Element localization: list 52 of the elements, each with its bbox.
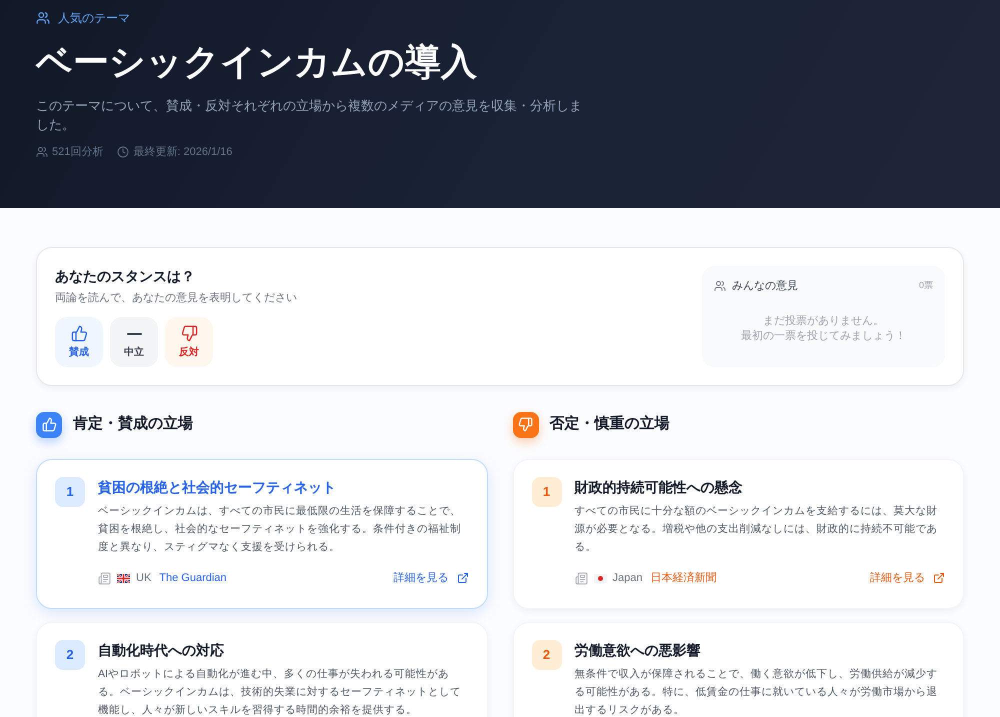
newspaper-icon <box>98 572 111 584</box>
page-title: ベーシックインカムの導入 <box>36 42 478 82</box>
source-name[interactable]: The Guardian <box>159 570 227 586</box>
argument-title: 自動化時代への対応 <box>98 641 225 660</box>
empty-message: まだ投票がありません。 最初の一票を投じてみましょう！ <box>740 314 907 344</box>
argument-card[interactable]: 1 貧困の根絶と社会的セーフティネット ベーシックインカムは、すべての市民に最低限の生活を保障することで、貧困を根絶し、社会的なセーフティネットを強化する。条件付きの福祉制度と異なり、スティグマなく支援を受けられる。 UK The Guardian 詳細を見る <box>36 459 488 609</box>
dash-icon <box>126 332 142 334</box>
users-icon <box>36 11 50 25</box>
number-badge: 1 <box>532 477 562 507</box>
column-heading: 肯定・賛成の立場 <box>73 414 193 434</box>
details-link[interactable]: 詳細を見る <box>870 570 945 586</box>
external-link-icon <box>456 572 468 584</box>
stance-subtitle: 両論を読んで、あなたの意見を表明してください <box>55 291 297 306</box>
details-link[interactable]: 詳細を見る <box>394 570 468 586</box>
newspaper-icon <box>574 572 588 584</box>
users-icon <box>36 146 48 158</box>
thumbs-up-tile-icon <box>36 412 62 438</box>
thumbs-down-tile-icon <box>512 412 538 438</box>
category-label: 人気のテーマ <box>58 10 130 27</box>
page-description: このテーマについて、賛成・反対それぞれの立場から複数のメディアの意見を収集・分析しました。 <box>36 97 583 134</box>
argument-text: ベーシックインカムは、すべての市民に最低限の生活を保障することで、貧困を根絶し、社会的なセーフティネットを強化する。条件付きの福祉制度と異なり、スティグマなく支援を受けられる。 <box>98 504 462 555</box>
flag-icon <box>117 574 130 582</box>
flag-icon <box>594 574 606 582</box>
number-badge: 2 <box>55 640 85 670</box>
external-link-icon <box>933 572 945 584</box>
argument-card[interactable]: 2 自動化時代への対応 AIやロボットによる自動化が進む中、多くの仕事が失われる可能性がある。ベーシックインカムは、技術的失業に対するセーフティネットとして機能し、人々が新しいスキルを習得する時間的余裕を提供する。 <box>36 622 488 717</box>
number-badge: 1 <box>55 477 85 507</box>
argument-text: 無条件で収入が保障されることで、働く意欲が低下し、労働供給が減少する可能性がある。特に、低賃金の仕事に就いている人々が労働市場から退出するリスクがある。 <box>574 667 938 717</box>
results-title: みんなの意見 <box>732 278 798 294</box>
vote-button[interactable]: 賛成 <box>55 317 103 367</box>
number-badge: 2 <box>532 640 562 670</box>
argument-card[interactable]: 2 労働意欲への悪影響 無条件で収入が保障されることで、働く意欲が低下し、労働供給が減少する可能性がある。特に、低賃金の仕事に就いている人々が労働市場から退出するリスクがある。 <box>512 622 964 717</box>
argument-text: AIやロボットによる自動化が進む中、多くの仕事が失われる可能性がある。ベーシックインカムは、技術的失業に対するセーフティネットとして機能し、人々が新しいスキルを習得する時間的余裕を提供する。 <box>98 667 462 717</box>
clock-icon <box>117 146 130 158</box>
argument-card[interactable]: 1 財政的持続可能性への懸念 すべての市民に十分な額のベーシックインカムを支給するには、莫大な財源が必要となる。増税や他の支出削減なしには、財政的に持続不可能である。 Japan 日本経済新聞 詳細を見る <box>512 459 964 609</box>
source-name[interactable]: 日本経済新聞 <box>650 570 716 586</box>
source-country: UK <box>136 570 152 586</box>
meta-text: 521回分析 <box>52 145 104 160</box>
thumbs-up-icon <box>70 325 88 342</box>
vote-count: 0票 <box>918 279 933 292</box>
users-icon <box>714 280 726 292</box>
argument-title: 貧困の根絶と社会的セーフティネット <box>98 478 337 497</box>
column-heading: 否定・慎重の立場 <box>550 414 670 434</box>
stance-title: あなたのスタンスは？ <box>55 267 196 286</box>
argument-title: 労働意欲への悪影響 <box>574 641 702 660</box>
argument-title: 財政的持続可能性への懸念 <box>574 478 744 497</box>
argument-text: すべての市民に十分な額のベーシックインカムを支給するには、莫大な財源が必要となる。増税や他の支出削減なしには、財政的に持続不可能である。 <box>574 504 938 555</box>
thumbs-down-icon <box>180 325 198 342</box>
vote-button[interactable]: 中立 <box>110 317 158 367</box>
meta-text: 最終更新: 2026/1/16 <box>133 144 232 160</box>
vote-button[interactable]: 反対 <box>165 317 213 367</box>
source-country: Japan <box>612 570 642 586</box>
